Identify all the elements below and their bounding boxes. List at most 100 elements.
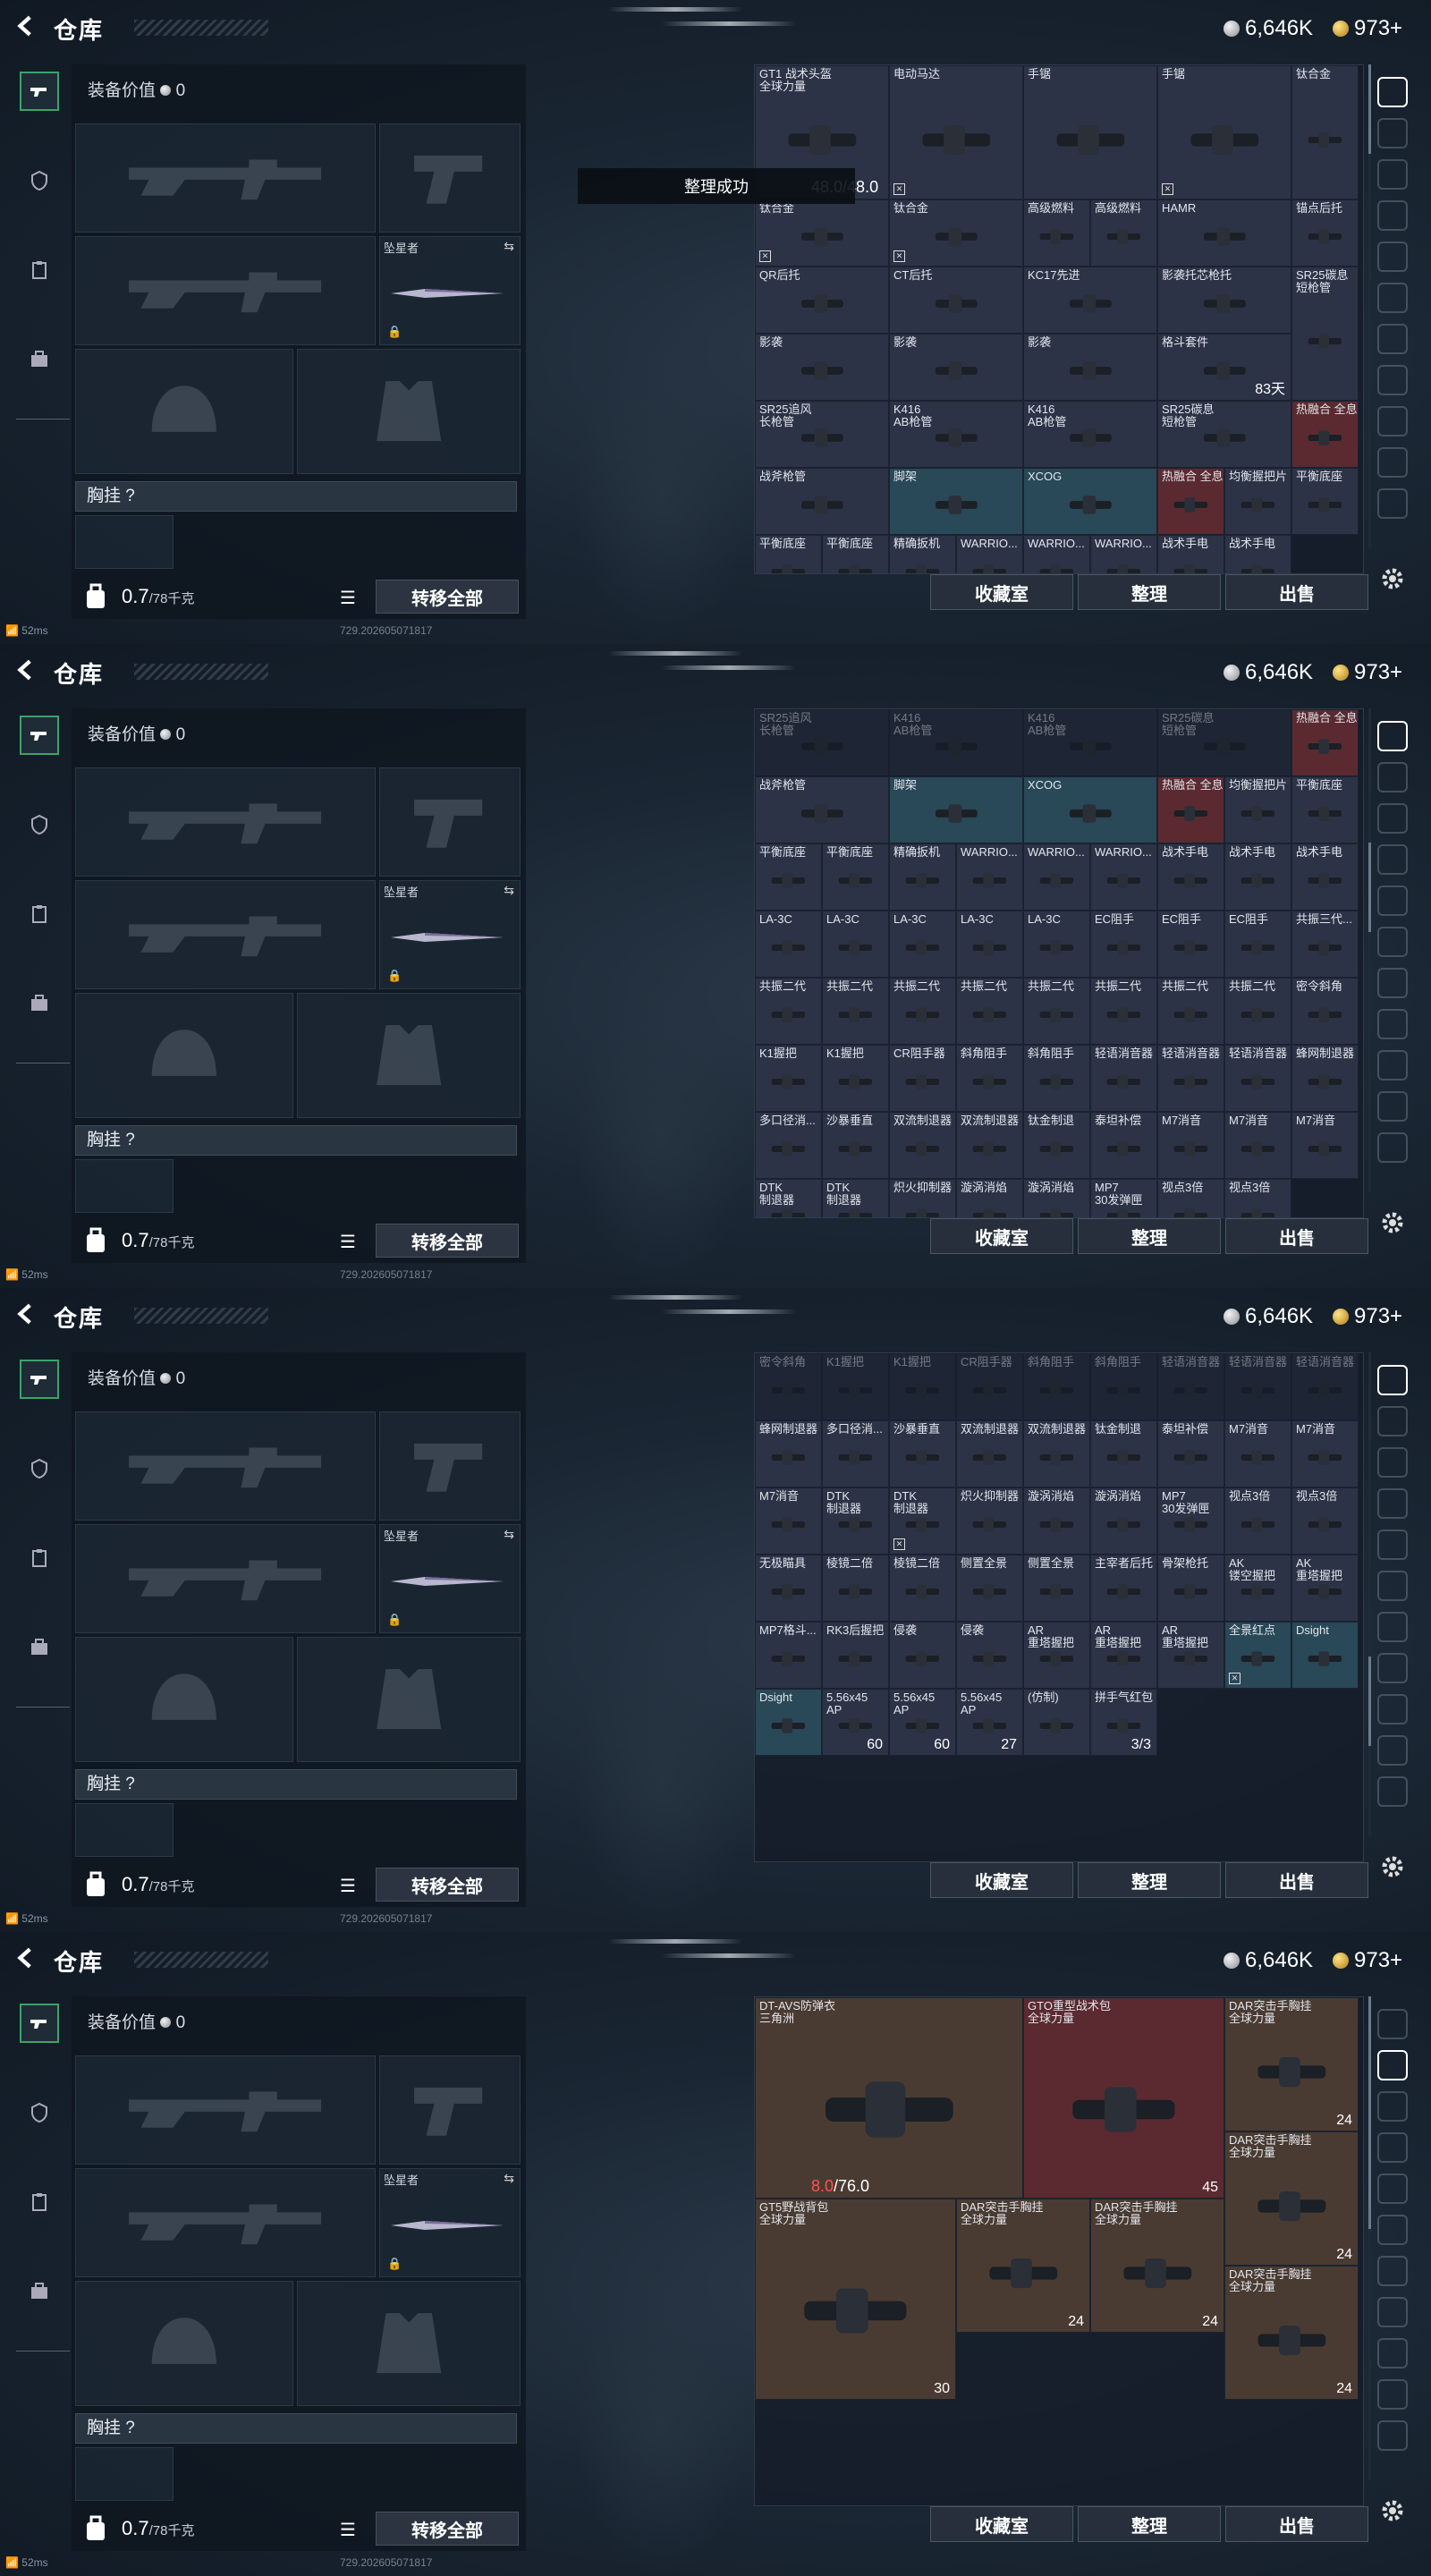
stash-item[interactable]: GTO重型战术包 全球力量 45 [1023,1997,1224,2199]
chest-rig-header[interactable]: 胸挂 ? [75,2413,517,2444]
stash-item[interactable]: K1握把 [889,1353,956,1420]
stash-item[interactable]: K1握把 [755,1045,822,1112]
stash-item[interactable]: AR 重塔握把 [1157,1622,1224,1689]
stash-item[interactable]: 泰坦补偿 [1157,1420,1224,1487]
stash-item[interactable]: 漩涡消焰 [956,1179,1023,1217]
stash-item[interactable]: 沙暴垂直 [822,1112,889,1179]
stash-item[interactable]: 双流制退器 [1023,1420,1090,1487]
primary-weapon-slot[interactable] [75,1411,376,1521]
stash-item[interactable]: DAR突击手胸挂 全球力量 24 [1224,1997,1359,2131]
stash-page-tab[interactable] [1377,283,1408,313]
gear-icon[interactable] [1379,565,1406,592]
list-icon[interactable]: ☰ [340,1875,356,1897]
pistol-slot[interactable] [379,1411,521,1521]
tab-armor[interactable] [20,805,59,844]
stash-item[interactable]: 炽火抑制器 [889,1179,956,1217]
stash-item[interactable]: LA-3C [889,911,956,978]
stash-item[interactable]: DTK 制退器 [755,1179,822,1217]
stash-page-tab[interactable] [1377,2009,1408,2039]
stash-item[interactable]: 热融合 全息 [1157,776,1224,843]
stash-page-tab[interactable] [1377,77,1408,107]
stash-page-tab[interactable] [1377,1488,1408,1519]
gear-icon[interactable] [1379,1853,1406,1880]
stash-item[interactable]: 蜂网制退器 [1291,1045,1359,1112]
tab-case[interactable] [20,984,59,1023]
stash-page-tab[interactable] [1377,2256,1408,2286]
stash-item[interactable]: 高级燃料 [1023,199,1090,267]
pistol-slot[interactable] [379,767,521,877]
stash-page-tab[interactable] [1377,1009,1408,1039]
primary-weapon-slot[interactable] [75,123,376,233]
stash-item[interactable]: 泰坦补偿 [1090,1112,1157,1179]
stash-item[interactable]: 侵袭 [956,1622,1023,1689]
helmet-slot[interactable] [75,1637,293,1762]
secondary-weapon-slot[interactable] [75,880,376,989]
swap-icon[interactable]: ⇆ [504,239,514,254]
stash-page-tab[interactable] [1377,1406,1408,1436]
stash-item[interactable]: 5.56x45 AP 60 [889,1689,956,1756]
stash-item[interactable]: 精确扳机 [889,535,956,573]
stash-page-tab[interactable] [1377,1735,1408,1766]
stash-item[interactable]: WARRIO... [1023,843,1090,911]
stash-item[interactable]: 均衡握把片 [1224,776,1291,843]
stash-item[interactable]: 轻语消音器 [1224,1353,1291,1420]
transfer-all-button[interactable]: 转移全部 [376,1224,519,1258]
stash-item[interactable]: DAR突击手胸挂 全球力量 24 [1090,2199,1224,2333]
tab-supplies[interactable] [20,894,59,934]
chest-rig-slot[interactable] [75,1803,174,1857]
pistol-slot[interactable] [379,123,521,233]
stash-item[interactable]: SR25碳息 短枪管 [1157,709,1291,776]
stash-page-tab[interactable] [1377,1776,1408,1807]
stash-item[interactable]: 电动马达 ✕ [889,65,1023,199]
stash-item[interactable]: 平衡底座 [822,535,889,573]
back-icon[interactable] [14,658,39,683]
stash-item[interactable]: K416 AB枪管 [1023,709,1157,776]
stash-page-tab[interactable] [1377,324,1408,354]
melee-slot[interactable]: 坠星者 ⇆ 🔒 [379,1524,521,1633]
stash-item[interactable]: WARRIO... [1090,843,1157,911]
stash-item[interactable]: LA-3C [1023,911,1090,978]
stash-scroll-thumb[interactable] [1368,843,1371,932]
stash-scroll-thumb[interactable] [1368,1657,1371,1746]
stash-item[interactable]: 双流制退器 [956,1420,1023,1487]
collection-button[interactable]: 收藏室 [930,574,1073,610]
stash-item[interactable]: 战术手电 [1291,843,1359,911]
stash-item[interactable]: 斜角阻手 [956,1045,1023,1112]
stash-item[interactable]: CR阻手器 [956,1353,1023,1420]
stash-page-tab[interactable] [1377,1365,1408,1395]
stash-item[interactable]: 斜角阻手 [1023,1045,1090,1112]
stash-item[interactable]: EC阻手 [1090,911,1157,978]
stash-item[interactable]: 共振三代... [1291,911,1359,978]
tab-supplies[interactable] [20,2182,59,2222]
stash-item[interactable]: M7消音 [1291,1112,1359,1179]
stash-scroll-thumb[interactable] [1368,64,1371,154]
stash-item[interactable]: 蜂网制退器 [755,1420,822,1487]
armor-slot[interactable] [297,993,521,1118]
stash-item[interactable]: 漩涡消焰 [1090,1487,1157,1555]
stash-item[interactable]: 影袭 [1023,334,1157,401]
tab-case[interactable] [20,1628,59,1667]
sort-button[interactable]: 整理 [1078,1218,1221,1254]
stash-item[interactable]: 共振二代 [755,978,822,1045]
back-icon[interactable] [14,14,39,39]
stash-item[interactable]: 沙暴垂直 [889,1420,956,1487]
stash-item[interactable]: 钛金制退 [1023,1112,1090,1179]
stash-page-tab[interactable] [1377,1530,1408,1560]
stash-item[interactable]: K416 AB枪管 [1023,401,1157,468]
stash-item[interactable]: 均衡握把片 [1224,468,1291,535]
stash-item[interactable]: 棱镜二倍 [889,1555,956,1622]
stash-item[interactable]: GT5野战背包 全球力量 30 [755,2199,956,2400]
stash-item[interactable]: DTK 制退器 [822,1179,889,1217]
stash-item[interactable]: DTK 制退器 [822,1487,889,1555]
stash-item[interactable]: 战术手电 [1157,535,1224,573]
stash-item[interactable]: M7消音 [1157,1112,1224,1179]
stash-item[interactable]: 轻语消音器 [1224,1045,1291,1112]
tab-weapons[interactable] [20,72,59,111]
stash-item[interactable]: 格斗套件 83天 [1157,334,1291,401]
stash-item[interactable]: 钛合金 ✕ [755,199,889,267]
stash-item[interactable]: K1握把 [822,1353,889,1420]
stash-item[interactable]: 平衡底座 [755,535,822,573]
stash-item[interactable]: 锚点后托 [1291,199,1359,267]
stash-item[interactable]: M7消音 [1224,1420,1291,1487]
melee-slot[interactable]: 坠星者 ⇆ 🔒 [379,236,521,345]
